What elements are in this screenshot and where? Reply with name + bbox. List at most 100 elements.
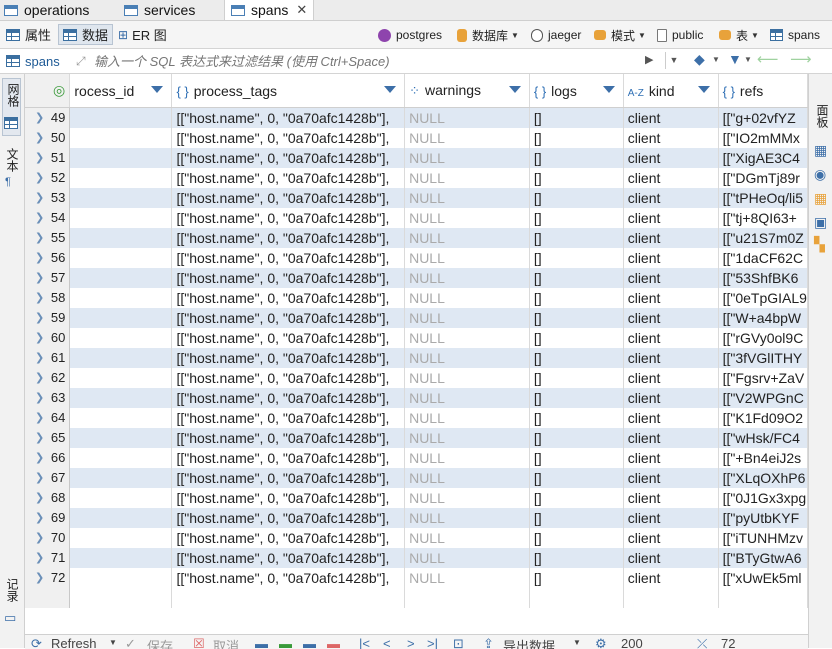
cell-kind[interactable]: client (623, 388, 719, 408)
row-number-cell[interactable]: ❯ 49 (25, 107, 71, 128)
grid-view-button[interactable]: 网格 (2, 78, 21, 136)
cell-warnings[interactable]: NULL (404, 188, 530, 208)
cell-process-id[interactable] (69, 488, 173, 508)
row-number-cell[interactable]: ❯ 54 (25, 208, 71, 228)
chevron-right-icon[interactable]: ❯ (35, 208, 44, 228)
window-icon[interactable]: ▣ (814, 214, 827, 231)
cell-warnings[interactable]: NULL (404, 228, 530, 248)
cell-refs[interactable]: [["g+02vfYZ (718, 107, 808, 128)
refresh-icon[interactable]: ⟳ (31, 636, 42, 649)
table-row[interactable]: ❯ 55 [["host.name", 0, "0a70afc1428b"], NUL… (25, 228, 808, 248)
cell-kind[interactable]: client (623, 548, 719, 568)
chevron-right-icon[interactable]: ❯ (35, 108, 44, 128)
cell-warnings[interactable]: NULL (404, 328, 530, 348)
cell-kind[interactable]: client (623, 428, 719, 448)
chevron-right-icon[interactable]: ❯ (35, 168, 44, 188)
row-number-cell[interactable]: ❯ 51 (25, 148, 71, 168)
cell-process-id[interactable] (69, 528, 173, 548)
cell-warnings[interactable]: NULL (404, 288, 530, 308)
cell-process-tags[interactable]: [["host.name", 0, "0a70afc1428b"], (171, 368, 406, 388)
table-row[interactable]: ❯ 52 [["host.name", 0, "0a70afc1428b"], NUL… (25, 168, 808, 188)
chevron-right-icon[interactable]: ❯ (35, 468, 44, 488)
cell-logs[interactable]: [] (529, 468, 624, 488)
cell-refs[interactable]: [["0J1Gx3xpg (718, 488, 808, 508)
chevron-right-icon[interactable]: ❯ (35, 228, 44, 248)
gear-icon[interactable]: ⚙ (595, 636, 607, 649)
cell-process-tags[interactable]: [["host.name", 0, "0a70afc1428b"], (171, 468, 406, 488)
cell-warnings[interactable]: NULL (404, 248, 530, 268)
table-row[interactable]: ❯ 59 [["host.name", 0, "0a70afc1428b"], NUL… (25, 308, 808, 328)
cell-process-tags[interactable]: [["host.name", 0, "0a70afc1428b"], (171, 268, 406, 288)
cell-logs[interactable]: [] (529, 228, 624, 248)
breadcrumb-connection[interactable]: postgres (378, 25, 442, 45)
table-row[interactable]: ❯ 58 [["host.name", 0, "0a70afc1428b"], NUL… (25, 288, 808, 308)
table-row[interactable]: ❯ 72 [["host.name", 0, "0a70afc1428b"], NUL… (25, 568, 808, 588)
breadcrumb-table-value[interactable]: spans (770, 25, 820, 45)
editor-tab-operations[interactable]: operations (4, 0, 89, 20)
row-number-cell[interactable]: ❯ 60 (25, 328, 71, 348)
cell-process-tags[interactable]: [["host.name", 0, "0a70afc1428b"], (171, 208, 406, 228)
select-all-icon[interactable]: ◎ (53, 82, 65, 98)
cell-process-id[interactable] (69, 388, 173, 408)
table-row[interactable]: ❯ 71 [["host.name", 0, "0a70afc1428b"], NUL… (25, 548, 808, 568)
cell-process-id[interactable] (69, 428, 173, 448)
cell-process-id[interactable] (69, 408, 173, 428)
save-button[interactable]: 保存 (147, 636, 173, 649)
cell-warnings[interactable]: NULL (404, 148, 530, 168)
cell-warnings[interactable]: NULL (404, 568, 530, 588)
chevron-right-icon[interactable]: ❯ (35, 148, 44, 168)
editor-tab-spans[interactable]: spans ✕ (224, 0, 315, 20)
cell-logs[interactable]: [] (529, 448, 624, 468)
cell-process-tags[interactable]: [["host.name", 0, "0a70afc1428b"], (171, 508, 406, 528)
cell-process-tags[interactable]: [["host.name", 0, "0a70afc1428b"], (171, 328, 406, 348)
cell-logs[interactable]: [] (529, 368, 624, 388)
row-number-cell[interactable]: ❯ 67 (25, 468, 71, 488)
cell-refs[interactable]: [["IO2mMMx (718, 128, 808, 148)
cell-warnings[interactable]: NULL (404, 528, 530, 548)
chevron-right-icon[interactable]: ❯ (35, 488, 44, 508)
filter-history-dropdown[interactable]: ▼ (665, 52, 682, 69)
row-number-cell[interactable]: ❯ 55 (25, 228, 71, 248)
row-number-cell[interactable]: ❯ 70 (25, 528, 71, 548)
table-row[interactable]: ❯ 54 [["host.name", 0, "0a70afc1428b"], NUL… (25, 208, 808, 228)
editor-tab-services[interactable]: services (124, 0, 195, 20)
cell-kind[interactable]: client (623, 528, 719, 548)
chevron-down-icon[interactable]: ▼ (109, 638, 117, 647)
cell-process-tags[interactable]: [["host.name", 0, "0a70afc1428b"], (171, 128, 406, 148)
row-number-cell[interactable]: ❯ 61 (25, 348, 71, 368)
row-number-cell[interactable]: ❯ 64 (25, 408, 71, 428)
cell-process-tags[interactable]: [["host.name", 0, "0a70afc1428b"], (171, 288, 406, 308)
table-row[interactable]: ❯ 64 [["host.name", 0, "0a70afc1428b"], NUL… (25, 408, 808, 428)
cell-warnings[interactable]: NULL (404, 548, 530, 568)
cell-process-tags[interactable]: [["host.name", 0, "0a70afc1428b"], (171, 308, 406, 328)
last-page-icon[interactable]: >| (427, 636, 438, 649)
row-number-cell[interactable]: ❯ 53 (25, 188, 71, 208)
row-number-cell[interactable]: ❯ 50 (25, 128, 71, 148)
cell-warnings[interactable]: NULL (404, 388, 530, 408)
cell-logs[interactable]: [] (529, 388, 624, 408)
cell-process-tags[interactable]: [["host.name", 0, "0a70afc1428b"], (171, 188, 406, 208)
chevron-down-icon[interactable] (697, 86, 710, 93)
export-button[interactable]: 导出数据 (503, 636, 555, 649)
cell-warnings[interactable]: NULL (404, 208, 530, 228)
cell-refs[interactable]: [["XLqOXhP6 (718, 468, 808, 488)
fetch-size-field[interactable]: 200 (621, 636, 643, 649)
chevron-right-icon[interactable]: ❯ (35, 288, 44, 308)
cell-process-id[interactable] (69, 228, 173, 248)
first-page-icon[interactable]: |< (359, 636, 370, 649)
chevron-down-icon[interactable]: ▼ (744, 55, 752, 64)
cell-process-id[interactable] (69, 448, 173, 468)
cell-kind[interactable]: client (623, 368, 719, 388)
filter-input[interactable] (72, 51, 652, 71)
chevron-right-icon[interactable]: ❯ (35, 268, 44, 288)
column-header-logs[interactable]: { } logs (529, 74, 624, 108)
table-row[interactable]: ❯ 56 [["host.name", 0, "0a70afc1428b"], NUL… (25, 248, 808, 268)
table-row[interactable]: ❯ 53 [["host.name", 0, "0a70afc1428b"], NUL… (25, 188, 808, 208)
cell-kind[interactable]: client (623, 128, 719, 148)
cell-process-tags[interactable]: [["host.name", 0, "0a70afc1428b"], (171, 388, 406, 408)
cell-warnings[interactable]: NULL (404, 368, 530, 388)
cell-kind[interactable]: client (623, 168, 719, 188)
cell-warnings[interactable]: NULL (404, 107, 530, 128)
cell-logs[interactable]: [] (529, 268, 624, 288)
cell-refs[interactable]: [["DGmTj89r (718, 168, 808, 188)
